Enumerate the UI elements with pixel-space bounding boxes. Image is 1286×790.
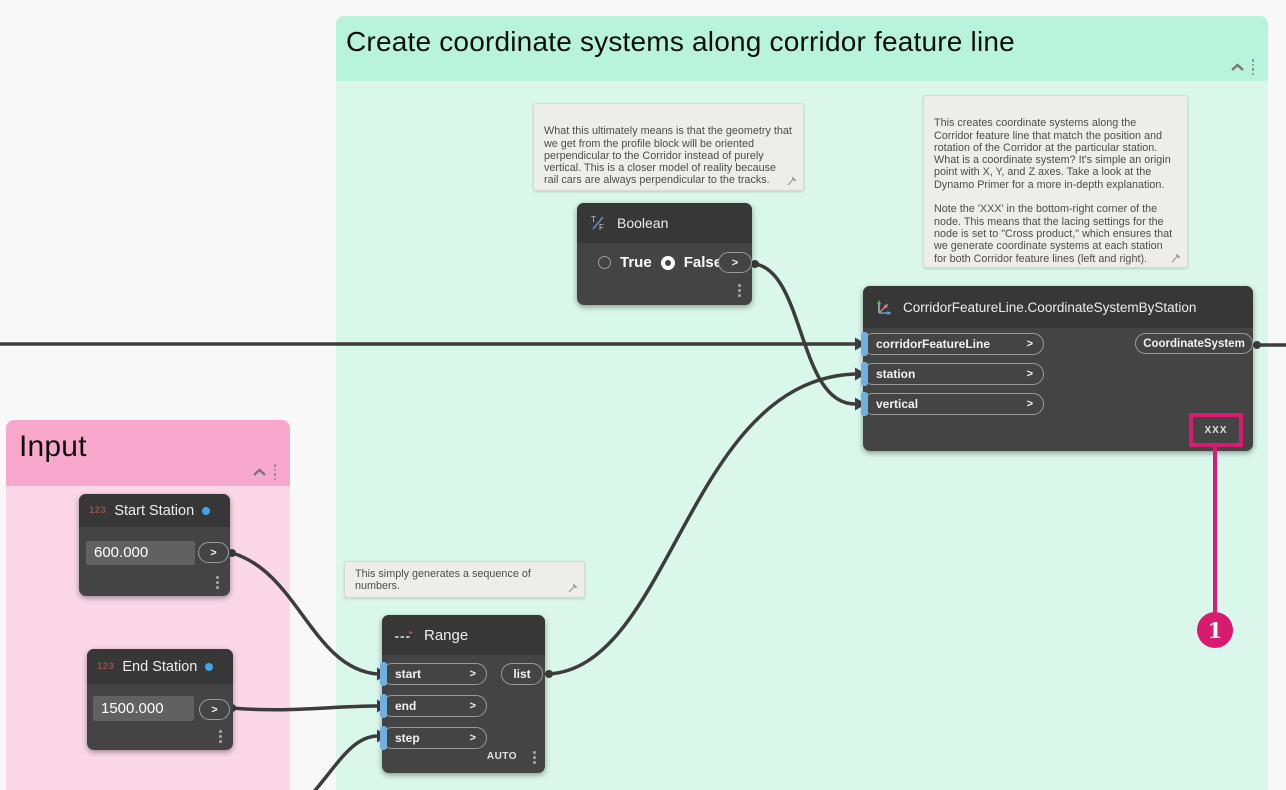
port-arrow: > [470,668,476,680]
radio-true-label: True [620,254,652,271]
lacing-indicator: XXX [1204,425,1227,436]
number-icon: 123 [97,661,114,672]
port-label: corridorFeatureLine [876,337,990,351]
node-header[interactable]: 123 End Station [87,649,233,684]
port-label: CoordinateSystem [1143,338,1245,350]
port-arrow: > [732,257,738,269]
port-arrow: > [470,700,476,712]
node-header[interactable]: T F Boolean [577,203,752,243]
is-input-dot [202,507,210,515]
port-arrow: > [470,732,476,744]
coordinate-axes-icon [875,298,893,316]
node-header[interactable]: Range [382,615,545,655]
output-port-list[interactable]: list [501,663,543,685]
node-range[interactable]: Range start > end > step > list AUTO [382,615,545,773]
port-arrow: > [1027,398,1033,410]
node-end-station[interactable]: 123 End Station 1500.000 > [87,649,233,750]
port-arrow: > [1027,338,1033,350]
radio-false-label: False [684,254,722,271]
wire-range-list-to-station[interactable] [549,374,855,674]
node-menu-icon[interactable] [738,284,741,297]
boolean-tf-icon: T F [589,214,607,232]
node-boolean[interactable]: T F Boolean True False > [577,203,752,305]
node-title: End Station [122,659,197,675]
port-arrow: > [1027,368,1033,380]
dynamo-canvas: Create coordinate systems along corridor… [0,0,1286,790]
number-value-field[interactable]: 600.000 [86,541,195,565]
node-title: Start Station [114,503,194,519]
output-port-number[interactable]: > [199,699,230,720]
node-title: Boolean [617,215,668,231]
port-label: list [513,667,530,681]
node-header[interactable]: CorridorFeatureLine.CoordinateSystemBySt… [863,286,1253,328]
output-port-boolean[interactable]: > [718,252,752,273]
callout-highlight-box: XXX [1189,413,1243,447]
number-icon: 123 [89,505,106,516]
node-menu-icon[interactable] [219,730,222,743]
is-input-dot [205,663,213,671]
lacing-indicator[interactable]: AUTO [487,751,517,762]
node-header[interactable]: 123 Start Station [79,494,230,527]
node-start-station[interactable]: 123 Start Station 600.000 > [79,494,230,596]
input-port-vertical[interactable]: vertical > [862,393,1044,415]
radio-true[interactable] [598,256,611,269]
input-port-step[interactable]: step > [381,727,487,749]
output-port-coordinatesystem[interactable]: CoordinateSystem [1135,333,1253,354]
input-port-end[interactable]: end > [381,695,487,717]
svg-text:F: F [599,223,604,232]
wire-offscreen-to-range-step[interactable] [312,736,377,790]
wire-boolean-to-vertical[interactable] [755,264,855,404]
wire-endstation-to-range-end[interactable] [232,706,377,710]
output-port-number[interactable]: > [198,542,229,563]
node-title: CorridorFeatureLine.CoordinateSystemBySt… [903,300,1196,315]
port-arrow: > [210,547,216,559]
number-value-field[interactable]: 1500.000 [93,696,194,721]
port-label: step [395,731,420,745]
callout-number: 1 [1208,618,1223,643]
port-label: vertical [876,397,918,411]
node-menu-icon[interactable] [533,751,536,764]
input-port-station[interactable]: station > [862,363,1044,385]
wire-startstation-to-range-start[interactable] [232,553,377,674]
port-label: start [395,667,421,681]
input-port-corridorfeatureline[interactable]: corridorFeatureLine > [862,333,1044,355]
callout-line [1213,447,1217,613]
node-menu-icon[interactable] [216,576,219,589]
range-sequence-icon [394,628,414,642]
radio-false-selected[interactable] [661,256,675,270]
callout-number-badge: 1 [1197,612,1233,648]
port-label: station [876,367,915,381]
input-port-start[interactable]: start > [381,663,487,685]
node-title: Range [424,627,468,644]
svg-text:T: T [591,215,596,224]
port-label: end [395,699,416,713]
port-arrow: > [211,704,217,716]
